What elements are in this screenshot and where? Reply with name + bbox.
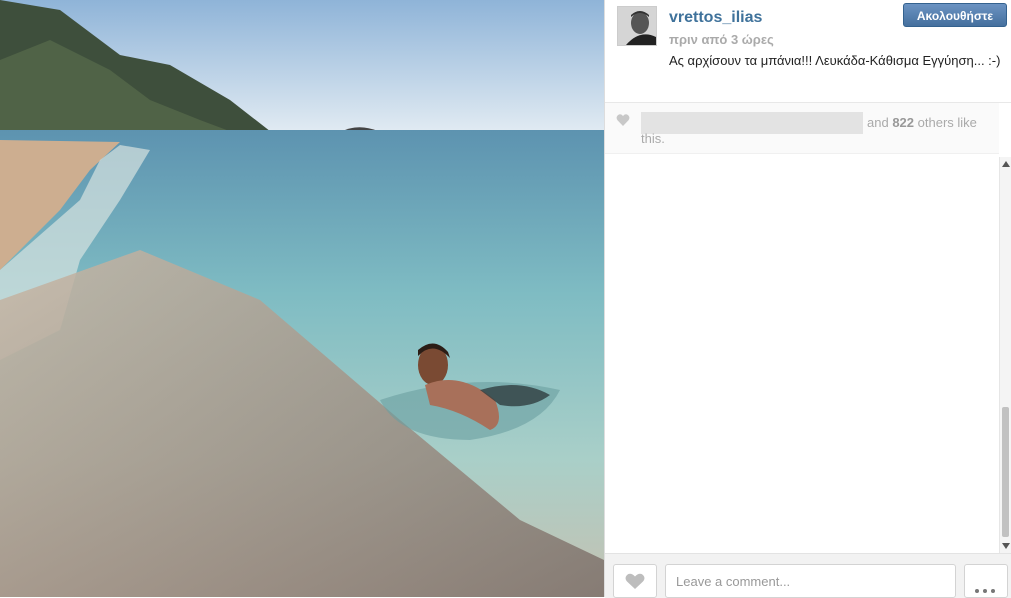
heart-icon [625, 573, 645, 589]
ellipsis-icon [975, 580, 999, 598]
scroll-down-arrow-icon[interactable] [1002, 543, 1010, 549]
likes-section: and 822 others like this. [605, 103, 999, 154]
likes-connector: and [867, 115, 889, 130]
post-header: vrettos_ilias πριν από 3 ώρες Ας αρχίσου… [605, 0, 1011, 103]
likes-count[interactable]: 822 [892, 115, 914, 130]
heart-icon [616, 114, 630, 126]
likes-text: and 822 others like this. [641, 115, 997, 147]
post-side-panel: vrettos_ilias πριν από 3 ώρες Ας αρχίσου… [604, 0, 1011, 598]
comment-footer [605, 553, 1011, 598]
more-options-button[interactable] [964, 564, 1008, 598]
avatar[interactable] [617, 6, 657, 46]
likes-suffix: others like this. [641, 115, 977, 146]
username-link[interactable]: vrettos_ilias [669, 9, 762, 27]
scroll-up-arrow-icon[interactable] [1002, 161, 1010, 167]
comments-scrollbar[interactable] [999, 157, 1011, 553]
post-caption: Ας αρχίσουν τα μπάνια!!! Λευκάδα-Κάθισμα… [669, 53, 1001, 68]
post-photo [0, 0, 604, 597]
comment-input[interactable] [665, 564, 956, 598]
like-button[interactable] [613, 564, 657, 598]
follow-button[interactable]: Ακολουθήστε [903, 3, 1007, 27]
comments-list [605, 157, 999, 547]
post-timestamp: πριν από 3 ώρες [669, 32, 774, 47]
scroll-thumb[interactable] [1002, 407, 1009, 537]
